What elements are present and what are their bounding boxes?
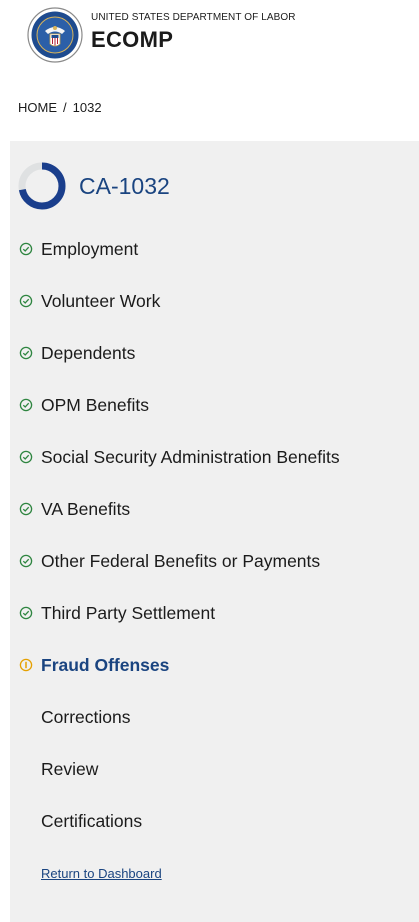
nav-item-volunteer-work[interactable]: Volunteer Work: [0, 276, 419, 328]
check-circle-icon: [19, 502, 33, 516]
nav-item-label: Certifications: [41, 811, 143, 831]
dol-seal-logo[interactable]: [27, 7, 83, 63]
check-circle-icon: [19, 398, 33, 412]
progress-ring: [18, 162, 66, 210]
form-sections-nav: Employment Volunteer Work Dependents OPM Be…: [0, 224, 419, 848]
breadcrumb-separator: /: [63, 100, 67, 115]
breadcrumb-current: 1032: [72, 100, 102, 115]
nav-item-fraud-offenses[interactable]: Fraud Offenses: [0, 640, 419, 692]
check-circle-icon: [19, 346, 33, 360]
nav-item-opm-benefits[interactable]: OPM Benefits: [0, 380, 419, 432]
nav-item-label: Review: [41, 759, 99, 779]
breadcrumb-home[interactable]: HOME: [18, 100, 57, 115]
nav-item-dependents[interactable]: Dependents: [0, 328, 419, 380]
nav-item-label: Social Security Administration Benefits: [41, 447, 340, 467]
nav-item-label: Dependents: [41, 343, 136, 363]
nav-item-label: Fraud Offenses: [41, 655, 170, 675]
nav-item-employment[interactable]: Employment: [0, 224, 419, 276]
nav-item-label: OPM Benefits: [41, 395, 149, 415]
check-circle-icon: [19, 606, 33, 620]
form-title: CA-1032: [79, 173, 170, 199]
check-circle-icon: [19, 294, 33, 308]
nav-item-social-security-administration-benefits[interactable]: Social Security Administration Benefits: [0, 432, 419, 484]
check-circle-icon: [19, 450, 33, 464]
nav-item-review[interactable]: Review: [0, 744, 419, 796]
nav-item-label: Corrections: [41, 707, 131, 727]
nav-item-label: Employment: [41, 239, 139, 259]
nav-item-label: VA Benefits: [41, 499, 131, 519]
app-name[interactable]: ECOMP: [91, 27, 173, 53]
nav-item-label: Third Party Settlement: [41, 603, 216, 623]
return-to-dashboard-link[interactable]: Return to Dashboard: [41, 866, 162, 881]
agency-name: UNITED STATES DEPARTMENT OF LABOR: [91, 12, 296, 23]
breadcrumb: HOME / 1032: [18, 100, 102, 115]
site-header: UNITED STATES DEPARTMENT OF LABOR ECOMP: [0, 0, 419, 78]
nav-item-corrections[interactable]: Corrections: [0, 692, 419, 744]
check-circle-icon: [19, 554, 33, 568]
nav-item-other-federal-benefits-or-payments[interactable]: Other Federal Benefits or Payments: [0, 536, 419, 588]
nav-item-label: Other Federal Benefits or Payments: [41, 551, 321, 571]
nav-item-va-benefits[interactable]: VA Benefits: [0, 484, 419, 536]
nav-item-label: Volunteer Work: [41, 291, 161, 311]
warning-circle-icon: [19, 658, 33, 672]
nav-item-third-party-settlement[interactable]: Third Party Settlement: [0, 588, 419, 640]
check-circle-icon: [19, 242, 33, 256]
nav-item-certifications[interactable]: Certifications: [0, 796, 419, 848]
